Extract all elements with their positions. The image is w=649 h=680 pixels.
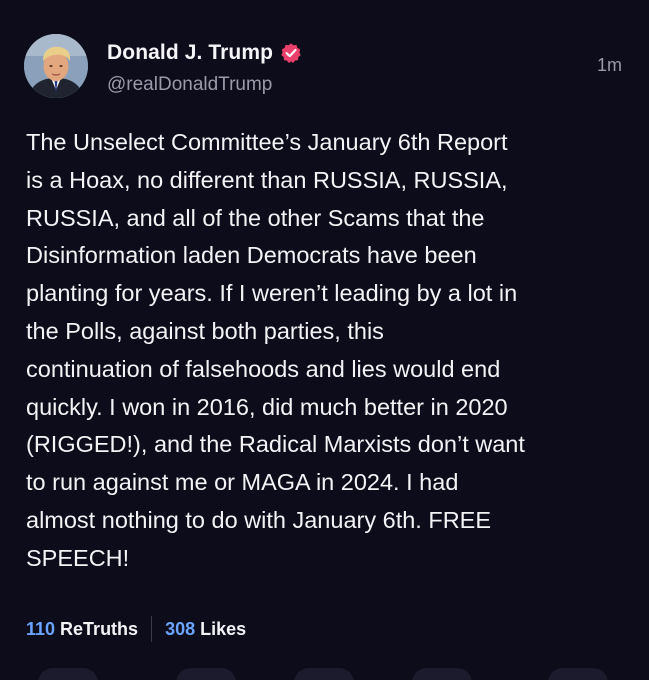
retruths-stat[interactable]: 110 ReTruths [26, 619, 138, 640]
retruths-count: 110 [26, 618, 56, 639]
likes-count: 308 [165, 618, 196, 639]
post-body-text: The Unselect Committee’s January 6th Rep… [26, 129, 525, 571]
stats-divider [151, 616, 153, 642]
author-handle[interactable]: @realDonaldTrump [107, 74, 272, 96]
post-card: Donald J. Trump @realDonaldTrump 1m The … [0, 0, 649, 680]
retruths-label: ReTruths [60, 618, 139, 639]
retruth-button[interactable] [176, 668, 236, 680]
likes-stat[interactable]: 308 Likes [165, 619, 246, 640]
verified-badge-icon [281, 43, 301, 63]
likes-label: Likes [200, 618, 247, 639]
avatar[interactable] [24, 34, 88, 98]
more-button[interactable] [548, 668, 608, 680]
post-timestamp[interactable]: 1m [597, 55, 622, 76]
action-bar [0, 668, 649, 680]
avatar-photo [24, 34, 88, 98]
like-button[interactable] [294, 668, 354, 680]
reply-button[interactable] [38, 668, 98, 680]
post-stats: 110 ReTruths 308 Likes [26, 615, 246, 643]
author-name-row: Donald J. Trump [107, 38, 302, 68]
share-button[interactable] [412, 668, 472, 680]
author-display-name[interactable]: Donald J. Trump [107, 41, 273, 65]
